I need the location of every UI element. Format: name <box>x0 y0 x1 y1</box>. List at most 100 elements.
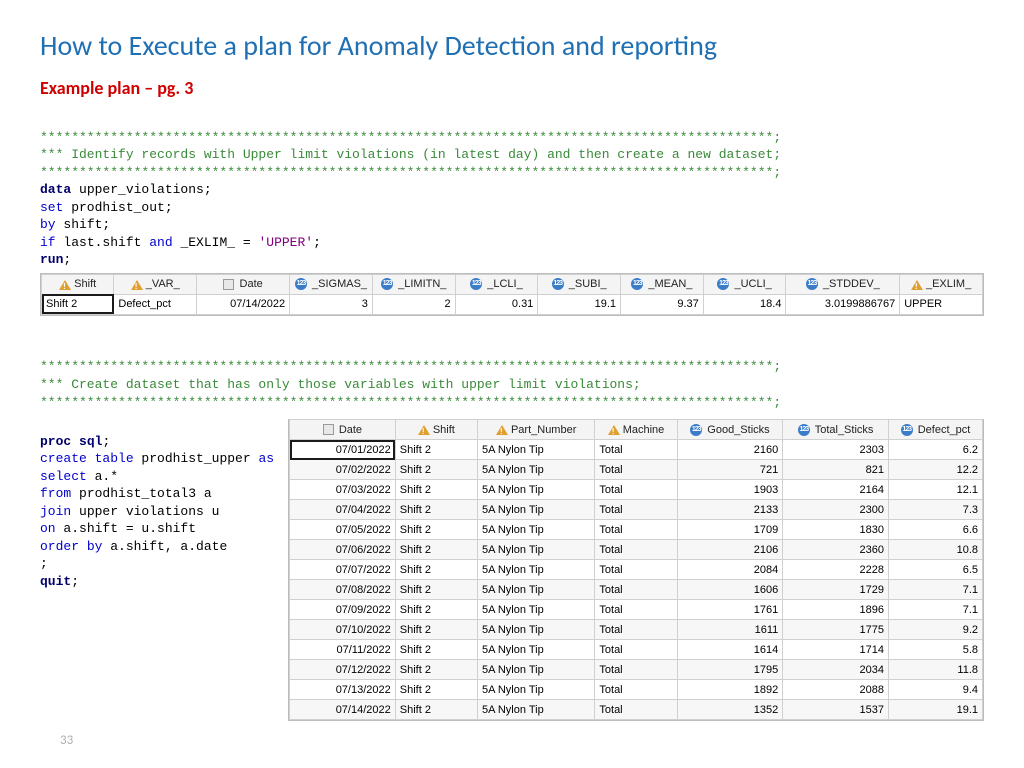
cell-defect: 11.8 <box>888 660 982 680</box>
numeric-icon <box>798 424 810 436</box>
numeric-icon <box>552 278 564 290</box>
cell-date: 07/10/2022 <box>290 620 396 640</box>
numeric-icon <box>717 278 729 290</box>
cell-defect: 12.1 <box>888 480 982 500</box>
cell-part: 5A Nylon Tip <box>477 520 594 540</box>
cell-total: 2164 <box>783 480 889 500</box>
cell-shift: Shift 2 <box>395 480 477 500</box>
cell-good: 1611 <box>677 620 783 640</box>
cell-date: 07/02/2022 <box>290 460 396 480</box>
numeric-icon <box>690 424 702 436</box>
table2-header: Date Shift Part_Number Machine Good_Stic… <box>290 420 983 440</box>
cell-machine: Total <box>595 600 677 620</box>
cell-date: 07/09/2022 <box>290 600 396 620</box>
cell-machine: Total <box>595 700 677 720</box>
numeric-icon <box>381 278 393 290</box>
cell-machine: Total <box>595 580 677 600</box>
table-upper-violations: Shift _VAR_ Date _SIGMAS_ _LIMITN_ _LCLI… <box>40 273 984 316</box>
table2-row: 07/06/2022Shift 25A Nylon TipTotal210623… <box>290 540 983 560</box>
cell-date[interactable]: 07/01/2022 <box>290 440 396 460</box>
cell-defect: 7.1 <box>888 600 982 620</box>
table2-row: 07/02/2022Shift 25A Nylon TipTotal721821… <box>290 460 983 480</box>
table2-row: 07/14/2022Shift 25A Nylon TipTotal135215… <box>290 700 983 720</box>
cell-shift: Shift 2 <box>395 520 477 540</box>
cell-good: 1709 <box>677 520 783 540</box>
table2-row: 07/05/2022Shift 25A Nylon TipTotal170918… <box>290 520 983 540</box>
cell-good: 1761 <box>677 600 783 620</box>
table2-row: 07/10/2022Shift 25A Nylon TipTotal161117… <box>290 620 983 640</box>
cell-good: 2106 <box>677 540 783 560</box>
cell-good: 1352 <box>677 700 783 720</box>
cell-machine: Total <box>595 500 677 520</box>
table2-row: 07/04/2022Shift 25A Nylon TipTotal213323… <box>290 500 983 520</box>
cell-good: 1903 <box>677 480 783 500</box>
code-block-2: proc sql; create table prodhist_upper as… <box>40 415 274 590</box>
table2-row: 07/11/2022Shift 25A Nylon TipTotal161417… <box>290 640 983 660</box>
cell-machine: Total <box>595 680 677 700</box>
cell-machine: Total <box>595 560 677 580</box>
cell-total: 2303 <box>783 440 889 460</box>
cell-defect: 7.3 <box>888 500 982 520</box>
cell-machine: Total <box>595 520 677 540</box>
numeric-icon <box>806 278 818 290</box>
cell-date: 07/13/2022 <box>290 680 396 700</box>
cell-defect: 9.2 <box>888 620 982 640</box>
cell-date: 07/11/2022 <box>290 640 396 660</box>
code-block-2-header: ****************************************… <box>40 341 984 411</box>
cell-date: 07/08/2022 <box>290 580 396 600</box>
cell-defect: 10.8 <box>888 540 982 560</box>
cell-shift: Shift 2 <box>395 620 477 640</box>
table1-header: Shift _VAR_ Date _SIGMAS_ _LIMITN_ _LCLI… <box>42 274 983 294</box>
cell-shift: Shift 2 <box>395 440 477 460</box>
warn-icon <box>418 425 430 435</box>
cell-shift: Shift 2 <box>395 540 477 560</box>
cell-machine: Total <box>595 440 677 460</box>
numeric-icon <box>295 278 307 290</box>
numeric-icon <box>470 278 482 290</box>
cell-total: 2088 <box>783 680 889 700</box>
cell-good: 1892 <box>677 680 783 700</box>
cell-part: 5A Nylon Tip <box>477 660 594 680</box>
cell-machine: Total <box>595 480 677 500</box>
table1-row: Shift 2 Defect_pct 07/14/2022 3 2 0.31 1… <box>42 294 983 314</box>
cell-total: 1537 <box>783 700 889 720</box>
cell-part: 5A Nylon Tip <box>477 680 594 700</box>
cell-shift: Shift 2 <box>395 560 477 580</box>
cell-total: 1896 <box>783 600 889 620</box>
cell-machine: Total <box>595 540 677 560</box>
cell-defect: 6.5 <box>888 560 982 580</box>
warn-icon <box>496 425 508 435</box>
cell-good: 2160 <box>677 440 783 460</box>
warn-icon <box>911 280 923 290</box>
cell-part: 5A Nylon Tip <box>477 640 594 660</box>
cell-date: 07/06/2022 <box>290 540 396 560</box>
cell-machine: Total <box>595 460 677 480</box>
cell-part: 5A Nylon Tip <box>477 460 594 480</box>
cell-shift: Shift 2 <box>395 500 477 520</box>
cell-date: 07/05/2022 <box>290 520 396 540</box>
cell-defect: 6.6 <box>888 520 982 540</box>
date-icon <box>323 424 334 435</box>
table2-row: 07/01/2022Shift 25A Nylon TipTotal216023… <box>290 440 983 460</box>
page-title: How to Execute a plan for Anomaly Detect… <box>40 28 984 63</box>
cell-defect: 6.2 <box>888 440 982 460</box>
cell-total: 2034 <box>783 660 889 680</box>
cell-date: 07/04/2022 <box>290 500 396 520</box>
cell-part: 5A Nylon Tip <box>477 440 594 460</box>
cell-defect: 19.1 <box>888 700 982 720</box>
cell-shift: Shift 2 <box>395 460 477 480</box>
cell-good: 1606 <box>677 580 783 600</box>
page-number: 33 <box>60 733 73 748</box>
cell-machine: Total <box>595 640 677 660</box>
cell-shift-selected[interactable]: Shift 2 <box>42 294 114 314</box>
code-block-1: ****************************************… <box>40 111 984 269</box>
cell-part: 5A Nylon Tip <box>477 600 594 620</box>
cell-defect: 5.8 <box>888 640 982 660</box>
cell-shift: Shift 2 <box>395 660 477 680</box>
warn-icon <box>59 280 71 290</box>
cell-part: 5A Nylon Tip <box>477 560 594 580</box>
cell-defect: 12.2 <box>888 460 982 480</box>
warn-icon <box>608 425 620 435</box>
cell-part: 5A Nylon Tip <box>477 700 594 720</box>
cell-part: 5A Nylon Tip <box>477 480 594 500</box>
